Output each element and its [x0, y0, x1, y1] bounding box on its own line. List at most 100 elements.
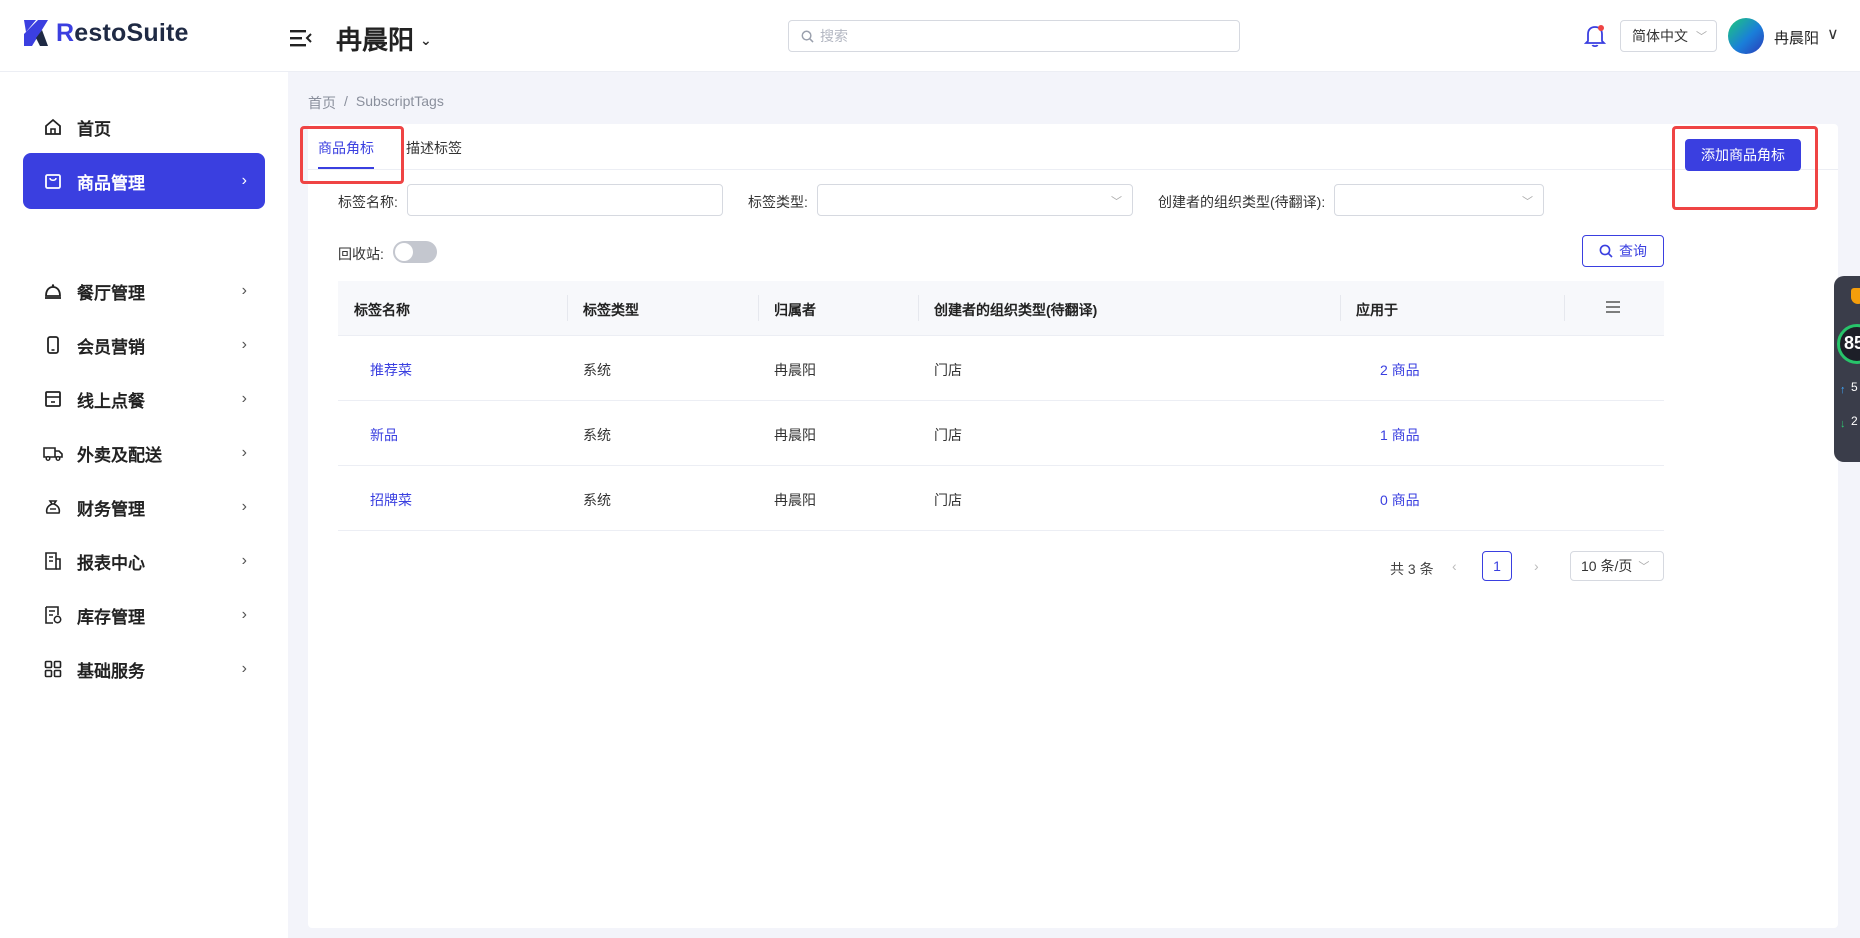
breadcrumb-home[interactable]: 首页 — [308, 93, 336, 113]
pagination-page-1[interactable]: 1 — [1482, 551, 1512, 581]
user-menu-chevron-icon[interactable]: ∨ — [1827, 24, 1839, 44]
sidebar-item-label: 商品管理 — [77, 173, 145, 193]
sidebar-item-online-order[interactable]: 线上点餐 › — [23, 371, 265, 427]
sidebar-item-delivery[interactable]: 外卖及配送 › — [23, 425, 265, 481]
chevron-right-icon: › — [241, 552, 247, 569]
brand-logo[interactable]: RestoSuite — [22, 18, 189, 48]
org-type-select[interactable]: ﹀ — [1334, 184, 1544, 216]
sidebar-item-finance[interactable]: 财务管理 › — [23, 479, 265, 535]
sidebar-item-label: 报表中心 — [77, 553, 145, 573]
sidebar-item-basic-services[interactable]: 基础服务 › — [23, 641, 265, 697]
sidebar-item-label: 财务管理 — [77, 499, 145, 519]
owner-cell: 冉晨阳 — [774, 492, 816, 508]
chevron-right-icon: › — [241, 282, 247, 299]
truck-icon — [43, 443, 63, 463]
table-row: 招牌菜 系统 冉晨阳 门店 0 商品 — [338, 466, 1664, 531]
column-header-tag-type: 标签类型 — [583, 302, 639, 318]
menu-toggle-icon[interactable] — [290, 28, 312, 48]
tag-name-input[interactable] — [407, 184, 723, 216]
chevron-right-icon: › — [241, 336, 247, 353]
language-select[interactable]: 简体中文 ﹀ — [1620, 20, 1717, 52]
sidebar-item-products[interactable]: 商品管理 › — [23, 153, 265, 209]
sidebar-item-inventory[interactable]: 库存管理 › — [23, 587, 265, 643]
shield-icon — [1851, 288, 1860, 304]
active-tab-indicator — [318, 167, 374, 169]
chevron-down-icon: ⌄ — [420, 32, 432, 48]
column-settings-menu-icon[interactable] — [1604, 298, 1622, 316]
query-button-label: 查询 — [1619, 243, 1647, 259]
page-size-select[interactable]: 10 条/页 ﹀ — [1570, 551, 1664, 581]
brand-name-rest: estoSuite — [74, 18, 189, 47]
tag-type-select[interactable]: ﹀ — [817, 184, 1133, 216]
tag-name-link[interactable]: 招牌菜 — [370, 490, 412, 510]
column-header-applied-to: 应用于 — [1356, 302, 1398, 318]
search-input[interactable] — [820, 28, 1220, 44]
sidebar-item-home[interactable]: 首页 — [23, 99, 265, 155]
tab-description-tags[interactable]: 描述标签 — [406, 138, 462, 158]
sidebar-item-restaurant[interactable]: 餐厅管理 › — [23, 263, 265, 319]
cloche-icon — [43, 281, 63, 301]
chevron-right-icon: › — [241, 172, 247, 189]
org-name: 冉晨阳 — [336, 25, 415, 55]
brand-name: RestoSuite — [56, 19, 189, 48]
floating-score-widget[interactable]: 85 ↑ 5 ↓ 2 — [1834, 276, 1860, 462]
tag-name-link[interactable]: 新品 — [370, 425, 398, 445]
column-separator — [1564, 295, 1565, 321]
report-icon — [43, 551, 63, 571]
sidebar: 首页 商品管理 › 餐厅管理 › 会员营销 › 线上点餐 › 外卖及配送 › 财… — [0, 72, 288, 938]
notification-bell-icon[interactable] — [1584, 24, 1606, 48]
recycle-bin-toggle[interactable] — [393, 241, 437, 263]
breadcrumb-separator: / — [344, 93, 348, 109]
money-bag-icon — [43, 497, 63, 517]
sidebar-item-label: 外卖及配送 — [77, 445, 162, 465]
sidebar-item-label: 基础服务 — [77, 661, 145, 681]
sidebar-item-label: 首页 — [77, 119, 111, 139]
column-separator — [758, 295, 759, 321]
column-header-org-type: 创建者的组织类型(待翻译) — [934, 302, 1098, 318]
tag-name-label: 标签名称: — [338, 194, 398, 210]
chevron-right-icon: › — [241, 390, 247, 407]
sidebar-item-members[interactable]: 会员营销 › — [23, 317, 265, 373]
org-switcher[interactable]: 冉晨阳 ⌄ — [336, 20, 432, 57]
org-type-label: 创建者的组织类型(待翻译): — [1158, 194, 1326, 210]
home-icon — [43, 117, 63, 137]
top-header: RestoSuite 冉晨阳 ⌄ 简体中文 ﹀ 冉晨阳 ∨ — [0, 0, 1860, 72]
tag-type-cell: 系统 — [583, 362, 611, 378]
column-header-owner: 归属者 — [774, 302, 816, 318]
shopping-bag-icon — [43, 171, 63, 191]
column-separator — [1340, 295, 1341, 321]
applied-to-link[interactable]: 2 商品 — [1380, 360, 1420, 380]
query-button[interactable]: 查询 — [1582, 235, 1664, 267]
toggle-knob — [395, 243, 413, 261]
pagination-prev-icon[interactable]: ‹ — [1452, 558, 1457, 574]
restosuite-logo-icon — [24, 20, 48, 46]
user-avatar[interactable] — [1728, 18, 1764, 54]
chevron-down-icon: ﹀ — [1522, 196, 1533, 208]
pagination-next-icon[interactable]: › — [1534, 558, 1539, 574]
tab-product-badges[interactable]: 商品角标 — [318, 138, 374, 158]
mobile-icon — [43, 335, 63, 355]
store-icon — [43, 389, 63, 409]
pagination-total: 共 3 条 — [1390, 561, 1434, 577]
table-row: 推荐菜 系统 冉晨阳 门店 2 商品 — [338, 336, 1664, 401]
applied-to-link[interactable]: 1 商品 — [1380, 425, 1420, 445]
inventory-icon — [43, 605, 63, 625]
page-size-value: 10 条/页 — [1581, 558, 1633, 574]
add-product-badge-button[interactable]: 添加商品角标 — [1685, 139, 1801, 171]
user-name[interactable]: 冉晨阳 — [1774, 27, 1819, 48]
applied-to-link[interactable]: 0 商品 — [1380, 490, 1420, 510]
chevron-right-icon: › — [241, 498, 247, 515]
breadcrumb-current: SubscriptTags — [355, 93, 444, 109]
sidebar-item-label: 会员营销 — [77, 337, 145, 357]
column-header-tag-name: 标签名称 — [354, 302, 410, 318]
column-separator — [567, 295, 568, 321]
tag-name-link[interactable]: 推荐菜 — [370, 360, 412, 380]
chevron-down-icon: ﹀ — [1638, 561, 1650, 573]
sidebar-item-reports[interactable]: 报表中心 › — [23, 533, 265, 589]
chevron-right-icon: › — [241, 606, 247, 623]
tab-bar: 商品角标 描述标签 — [308, 124, 1838, 170]
chevron-right-icon: › — [241, 444, 247, 461]
search-icon — [1599, 244, 1613, 258]
main-panel: 商品角标 描述标签 添加商品角标 标签名称: 标签类型: ﹀ 创建者的组织类型(… — [308, 124, 1838, 928]
sidebar-item-label: 餐厅管理 — [77, 283, 145, 303]
